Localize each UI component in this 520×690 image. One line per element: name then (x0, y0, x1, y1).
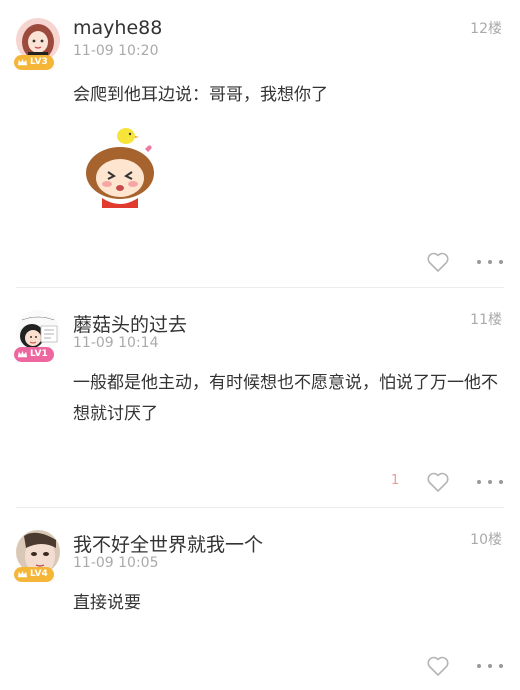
like-count: 1 (391, 473, 400, 488)
level-badge: LV4 (14, 567, 54, 582)
avatar[interactable]: LV3 (14, 18, 60, 70)
avatar[interactable]: LV1 (14, 310, 60, 362)
level-label: LV1 (30, 349, 48, 359)
crown-icon (17, 58, 28, 66)
username[interactable]: 蘑菇头的过去 (73, 310, 187, 337)
comment-text: 一般都是他主动，有时候想也不愿意说，怕说了万一他不想就讨厌了 (73, 373, 498, 424)
divider (16, 287, 504, 288)
post-time: 11-09 10:05 (73, 555, 159, 571)
level-badge: LV3 (14, 55, 54, 70)
more-dots-icon[interactable] (475, 661, 505, 671)
more-dots-icon[interactable] (475, 257, 505, 267)
level-label: LV4 (30, 569, 48, 579)
comment-text: 直接说要 (73, 593, 141, 613)
post-time: 11-09 10:14 (73, 335, 159, 351)
floor-number: 10楼 (470, 532, 502, 548)
post-time: 11-09 10:20 (73, 43, 159, 59)
like-heart-icon[interactable] (426, 251, 450, 273)
like-heart-icon[interactable] (426, 655, 450, 677)
more-dots-icon[interactable] (475, 477, 505, 487)
like-heart-icon[interactable] (426, 471, 450, 493)
level-label: LV3 (30, 57, 48, 67)
username[interactable]: 我不好全世界就我一个 (73, 530, 263, 557)
divider (16, 507, 504, 508)
username[interactable]: mayhe88 (73, 17, 162, 39)
floor-number: 12楼 (470, 21, 502, 37)
floor-number: 11楼 (470, 312, 502, 328)
comment-text: 会爬到他耳边说：哥哥，我想你了 (73, 85, 328, 105)
girl-blush-sticker (80, 118, 160, 208)
avatar[interactable]: LV4 (14, 530, 60, 582)
level-badge: LV1 (14, 347, 54, 362)
crown-icon (17, 350, 28, 358)
crown-icon (17, 570, 28, 578)
